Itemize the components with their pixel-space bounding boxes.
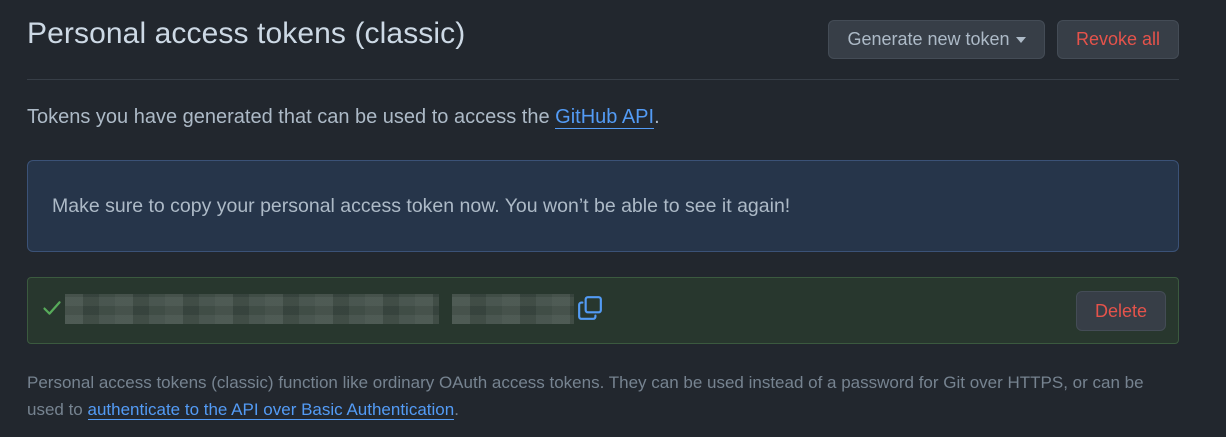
caret-down-icon [1015, 37, 1026, 43]
page-header: Personal access tokens (classic) Generat… [27, 0, 1179, 80]
intro-text-body: Tokens you have generated that can be us… [27, 106, 556, 128]
new-token-row: Delete [27, 277, 1179, 344]
github-api-link[interactable]: GitHub API [555, 106, 655, 129]
token-info-suffix: . [454, 400, 459, 419]
delete-token-button[interactable]: Delete [1076, 291, 1166, 331]
intro-text-suffix: . [654, 106, 660, 128]
copy-icon[interactable] [577, 295, 603, 321]
token-info-note: Personal access tokens (classic) functio… [27, 369, 1167, 423]
page-title: Personal access tokens (classic) [27, 17, 466, 50]
generate-new-token-button[interactable]: Generate new token [828, 20, 1045, 59]
token-value-redacted [65, 294, 439, 324]
intro-text: Tokens you have generated that can be us… [27, 106, 660, 129]
token-value-redacted-tail [452, 294, 574, 324]
copy-token-warning-text: Make sure to copy your personal access t… [52, 194, 791, 217]
revoke-all-button[interactable]: Revoke all [1057, 20, 1179, 59]
generate-new-token-label: Generate new token [847, 29, 1010, 49]
check-icon [43, 301, 61, 315]
basic-auth-link[interactable]: authenticate to the API over Basic Authe… [87, 400, 455, 420]
copy-token-warning: Make sure to copy your personal access t… [27, 160, 1179, 252]
